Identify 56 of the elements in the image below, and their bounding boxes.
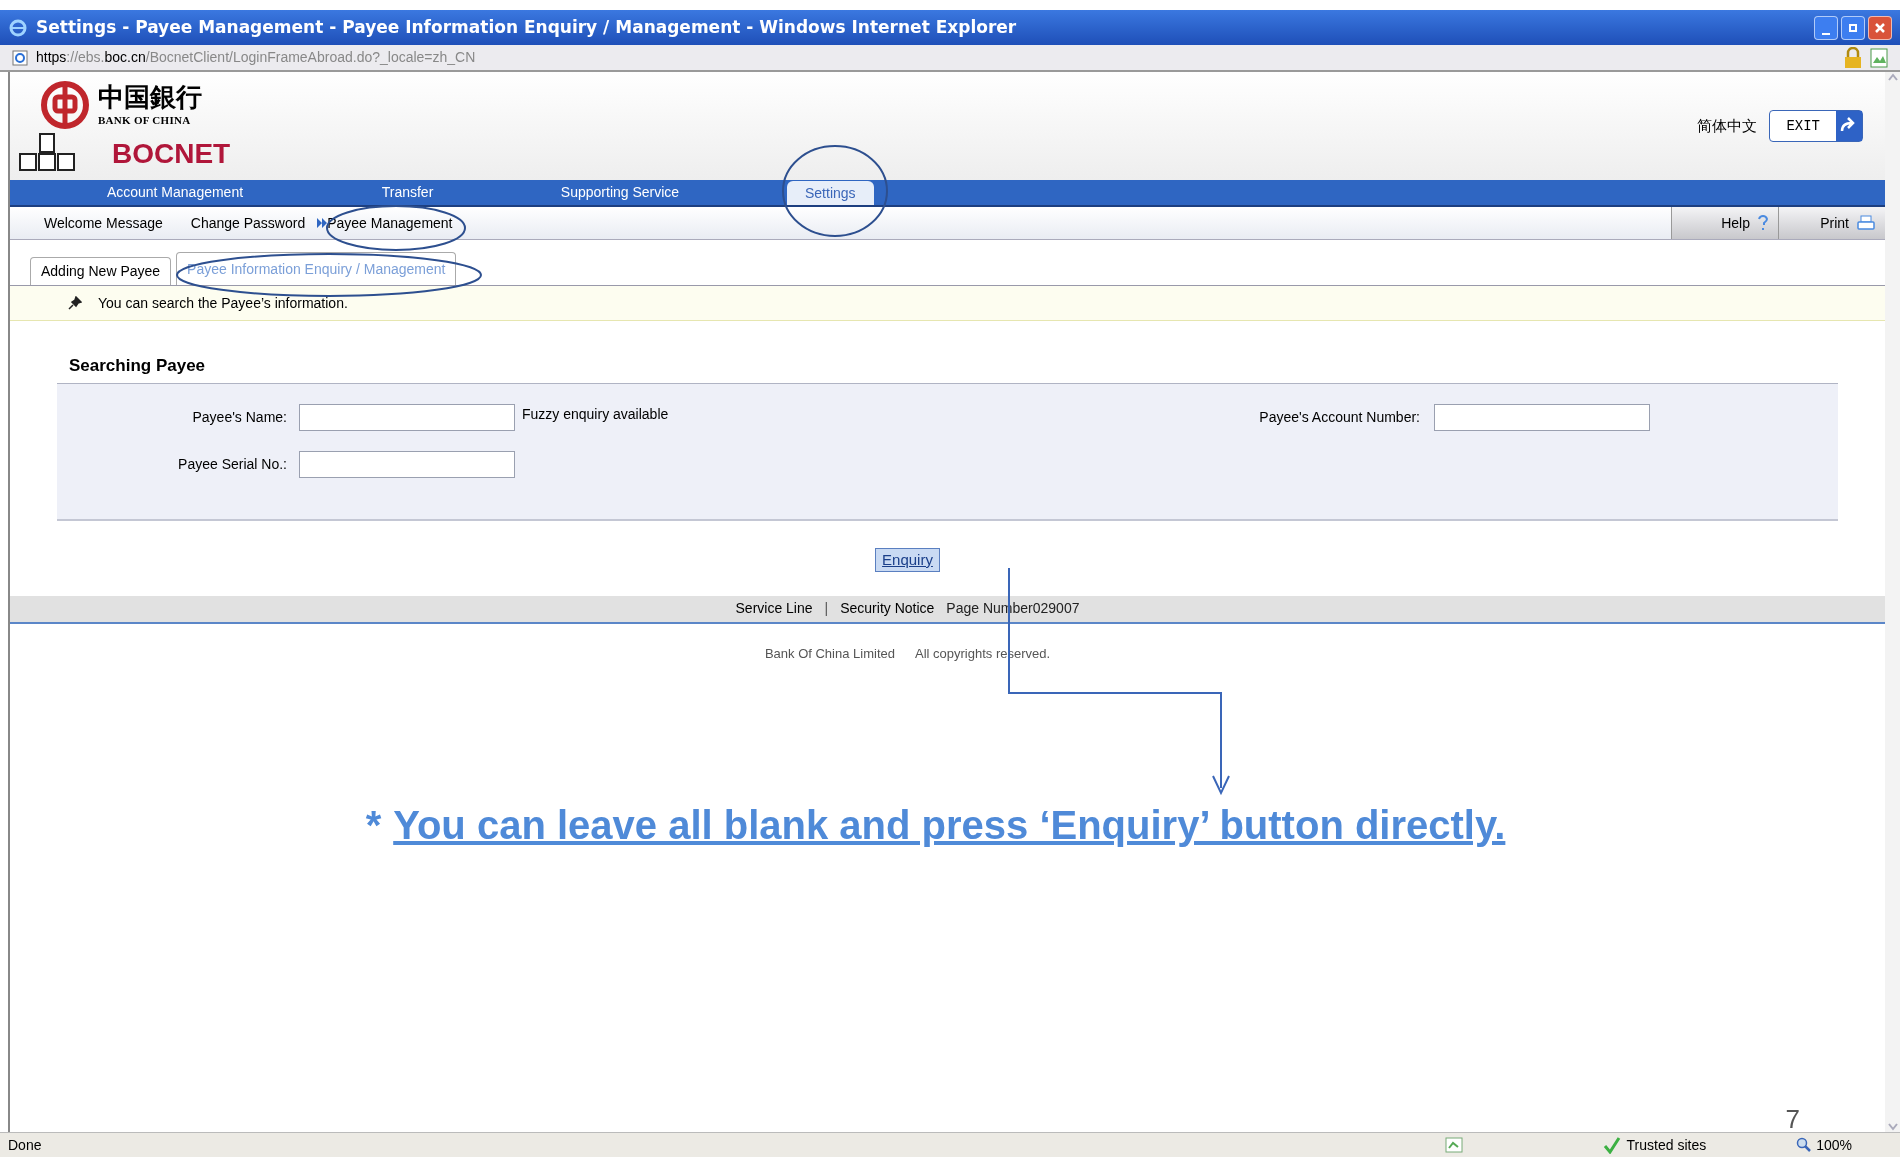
brand-name: BOCNET <box>112 140 231 168</box>
text-field[interactable] <box>299 450 515 478</box>
pin-icon <box>68 296 82 310</box>
info-text: You can search the Payee’s information. <box>98 293 348 313</box>
scroll-up-icon[interactable] <box>1886 72 1899 82</box>
page-icon <box>12 49 28 66</box>
close-button[interactable] <box>1868 15 1892 40</box>
picture-icon <box>1870 47 1888 68</box>
sub-nav-link[interactable]: Welcome Message <box>44 212 163 234</box>
printer-icon <box>1857 215 1875 231</box>
logo-english-text: BANK OF CHINA <box>98 112 192 128</box>
scroll-down-icon[interactable] <box>1886 1122 1899 1132</box>
browser-icon <box>8 17 28 38</box>
sub-nav-link[interactable]: Change Password <box>190 212 306 234</box>
slide-number: 7 <box>1785 1106 1800 1132</box>
footer-link[interactable]: Security Notice <box>840 598 935 619</box>
separator-text: | <box>824 599 829 618</box>
hint-text: Fuzzy enquiry available <box>522 404 669 424</box>
nav-tab[interactable]: Supporting Service <box>475 180 765 205</box>
sub-nav-link[interactable]: Payee Management <box>317 212 453 234</box>
minimize-button[interactable] <box>1814 15 1838 40</box>
enquiry-button[interactable]: Enquiry <box>875 547 940 572</box>
field-label: Payee Serial No.: <box>177 454 288 474</box>
help-button[interactable]: Help <box>1671 207 1778 239</box>
zone-text: Trusted sites <box>1626 1135 1707 1155</box>
text-field[interactable] <box>1434 403 1650 431</box>
check-icon <box>1602 1136 1621 1154</box>
annotation-text: You can leave all blank and press ‘Enquiry’ button directly. <box>393 802 1506 849</box>
status-text: Done <box>8 1135 43 1155</box>
zoom-level[interactable]: 100% <box>1816 1134 1852 1156</box>
window-title: Settings - Payee Management - Payee Information Enquiry / Management - Windows Internet Explorer <box>36 15 1018 39</box>
language-link[interactable]: 简体中文 <box>1697 114 1758 138</box>
close-icon <box>1874 21 1886 34</box>
footer-link[interactable]: Service Line <box>735 598 813 619</box>
popup-icon <box>1444 1137 1463 1153</box>
exit-button[interactable]: EXIT <box>1769 110 1863 142</box>
bank-logo-icon <box>40 80 90 130</box>
text-field[interactable] <box>299 403 515 431</box>
nav-tab[interactable]: Account Management <box>10 180 340 205</box>
print-button[interactable]: Print <box>1778 207 1885 239</box>
question-icon <box>1758 215 1768 231</box>
scroll-bar[interactable] <box>1885 72 1900 1132</box>
lock-icon <box>1844 46 1862 69</box>
asterisk-text: * <box>365 802 382 849</box>
logo-chinese-text: 中国銀行 <box>98 81 202 112</box>
tab[interactable]: Adding New Payee <box>30 257 172 285</box>
blocks-icon <box>18 132 76 172</box>
magnifier-icon <box>1796 1137 1813 1153</box>
section-title: Searching Payee <box>57 353 1838 384</box>
nav-tab[interactable]: Transfer <box>340 180 475 205</box>
nav-tab[interactable]: Settings <box>787 181 874 205</box>
field-label: Payee's Name: <box>191 407 288 427</box>
double-arrow-icon <box>317 218 328 228</box>
copyright-text: Bank Of China Limited <box>764 644 895 663</box>
restore-button[interactable] <box>1841 15 1865 40</box>
field-label: Payee's Account Number: <box>1259 407 1421 427</box>
